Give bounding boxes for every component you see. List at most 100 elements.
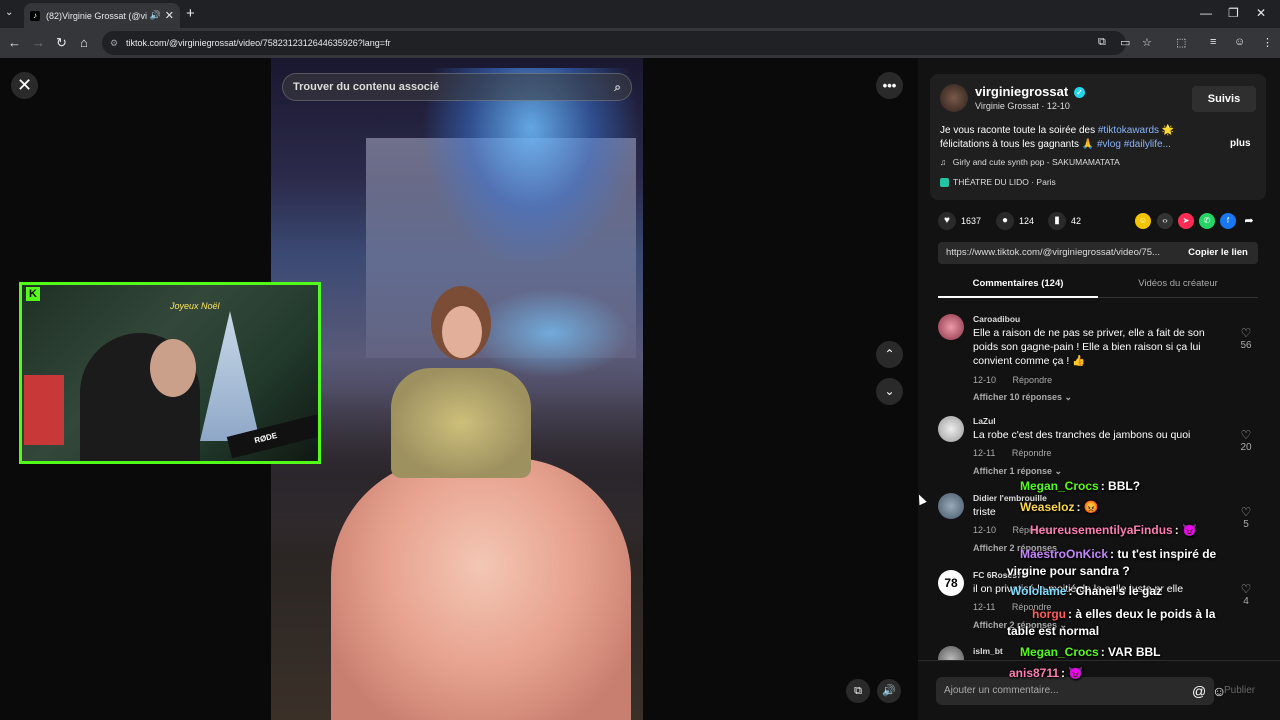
details-panel: virginiegrossat ✓ Virginie Grossat · 12-… [918,58,1280,720]
comment-avatar[interactable] [938,646,964,660]
next-video-button[interactable]: ⌄ [876,378,903,405]
mention-icon[interactable]: @ [1192,677,1206,705]
close-window-button[interactable]: ✕ [1256,6,1266,20]
creator-avatar[interactable] [940,84,968,112]
video-link-box: https://www.tiktok.com/@virginiegrossat/… [938,242,1258,264]
location-name: THÉATRE DU LIDO · Paris [953,177,1056,187]
comment-like-button[interactable]: ♡ 56 [1234,326,1258,351]
more-description-button[interactable]: plus [1230,138,1251,149]
whatsapp-icon[interactable]: ✆ [1199,213,1215,229]
video-dress-bodice [391,368,531,478]
tab-search-icon[interactable]: ⌄ [5,7,13,18]
show-replies-button[interactable]: Afficher 10 réponses ⌄ [973,392,1072,403]
publish-button[interactable]: Publier [1224,685,1255,696]
show-replies-button[interactable]: Afficher 2 réponses [973,543,1057,553]
comment-avatar[interactable]: 78 [938,570,964,596]
comment-input[interactable]: Ajouter un commentaire... @ ☺ [936,677,1226,705]
media-icon[interactable]: ≡ [1210,36,1216,48]
desc-text: Je vous raconte toute la soirée des [940,125,1096,136]
music-note-icon: ♫ [940,157,947,167]
location-link[interactable]: THÉATRE DU LIDO · Paris [940,177,1056,188]
reload-icon[interactable]: ↻ [56,35,67,51]
cast-icon[interactable]: ▭ [1120,36,1130,49]
video-link-text: https://www.tiktok.com/@virginiegrossat/… [946,247,1160,258]
tab-title: (82)Virginie Grossat (@virgi [46,10,147,21]
reply-button[interactable]: Répondre [1013,375,1053,385]
maximize-button[interactable]: ❐ [1228,6,1239,20]
comment-avatar[interactable] [938,416,964,442]
comment-like-button[interactable]: ♡ 5 [1234,505,1258,530]
close-video-button[interactable]: ✕ [11,72,38,99]
previous-video-button[interactable]: ⌃ [876,341,903,368]
bookmark-star-icon[interactable]: ☆ [1142,36,1152,49]
comment-like-button[interactable]: ♡ 20 [1234,428,1258,453]
comment-icon: ● [996,212,1014,230]
like-button[interactable]: ♥ 1637 [938,212,981,230]
heart-outline-icon: ♡ [1240,582,1252,596]
hashtag-dailylife[interactable]: #dailylife... [1124,139,1171,150]
forward-icon[interactable]: → [32,35,45,50]
tab-bar: ⌄ ♪ (82)Virginie Grossat (@virgi 🔊 ✕ + —… [0,0,1280,28]
translate-icon[interactable]: ⧉ [1098,36,1106,49]
show-replies-button[interactable]: Afficher 2 réponses ⌄ [973,620,1067,631]
reply-button[interactable]: Répondre [1012,602,1052,612]
webcam-face [150,339,196,397]
site-info-icon[interactable]: ⚙ [110,31,118,55]
more-options-button[interactable]: ••• [876,72,903,99]
pip-icon[interactable]: ⧉ [846,679,870,703]
copy-link-button[interactable]: Copier le lien [1178,242,1258,264]
video-player[interactable] [271,58,643,720]
video-dress [331,458,631,720]
extensions-icon[interactable]: ⬚ [1176,36,1186,49]
minimize-button[interactable]: — [1200,6,1212,20]
tab-close-icon[interactable]: ✕ [165,9,174,22]
comment-author[interactable]: LaZul [973,416,996,426]
share-arrow-icon[interactable]: ➦ [1241,213,1257,229]
url-field[interactable]: ⚙ tiktok.com/@virginiegrossat/video/7582… [102,31,1126,55]
profile-avatar-icon[interactable]: ☺ [1234,36,1245,48]
comment-date: 12-11 [973,448,996,458]
hashtag-vlog[interactable]: #vlog [1097,139,1121,150]
search-icon[interactable]: ⌕ [614,74,621,100]
comment-avatar[interactable] [938,314,964,340]
reply-button[interactable]: Répondre [1012,448,1052,458]
creator-subline: Virginie Grossat · 12-10 [975,101,1070,111]
send-icon[interactable]: ➤ [1178,213,1194,229]
following-button[interactable]: Suivis [1192,86,1256,112]
browser-tab[interactable]: ♪ (82)Virginie Grossat (@virgi 🔊 ✕ [24,3,180,28]
menu-kebab-icon[interactable]: ⋮ [1262,36,1273,49]
comment-author[interactable]: islm_bt [973,646,1003,656]
tab-comments[interactable]: Commentaires (124) [938,274,1098,298]
music-link[interactable]: ♫ Girly and cute synth pop - SAKUMAMATAT… [940,157,1120,167]
reply-button[interactable]: Répondre [1013,525,1053,535]
heart-outline-icon: ♡ [1240,428,1252,442]
share-friends-icon[interactable]: ☺ [1135,213,1151,229]
tiktok-favicon-icon: ♪ [30,10,40,21]
comment-author[interactable]: Didier l'embrouille [973,493,1047,503]
save-button[interactable]: ▮ 42 [1048,212,1081,230]
home-icon[interactable]: ⌂ [80,35,88,50]
streamer-webcam-overlay: Joyeux Noël RØDE K [19,282,321,464]
comment-like-count: 56 [1240,340,1252,351]
creator-card: virginiegrossat ✓ Virginie Grossat · 12-… [930,74,1266,200]
creator-username-row[interactable]: virginiegrossat ✓ [975,84,1085,99]
comment-author[interactable]: Caroadibou [973,314,1020,324]
related-search-input[interactable]: Trouver du contenu associé ⌕ [282,73,632,101]
embed-icon[interactable]: ‹› [1157,213,1173,229]
comment-author[interactable]: FC 6Roses78 [973,570,1026,580]
facebook-icon[interactable]: f [1220,213,1236,229]
back-icon[interactable]: ← [8,35,21,50]
audio-icon[interactable]: 🔊 [150,10,161,21]
browser-chrome: ⌄ ♪ (82)Virginie Grossat (@virgi 🔊 ✕ + —… [0,0,1280,58]
tab-creator-videos[interactable]: Vidéos du créateur [1098,274,1258,298]
kick-logo-icon: K [26,287,40,301]
comment-avatar[interactable] [938,493,964,519]
hashtag-tiktokawards[interactable]: #tiktokawards [1098,125,1159,136]
creator-username[interactable]: virginiegrossat [975,84,1068,99]
show-replies-button[interactable]: Afficher 1 réponse ⌄ [973,466,1062,477]
video-stage: ✕ Trouver du contenu associé ⌕ ••• ⌃ ⌄ ⧉… [0,58,918,720]
volume-icon[interactable]: 🔊 [877,679,901,703]
comment-like-button[interactable]: ♡ 4 [1234,582,1258,607]
new-tab-button[interactable]: + [186,5,195,22]
comment-button[interactable]: ● 124 [996,212,1034,230]
